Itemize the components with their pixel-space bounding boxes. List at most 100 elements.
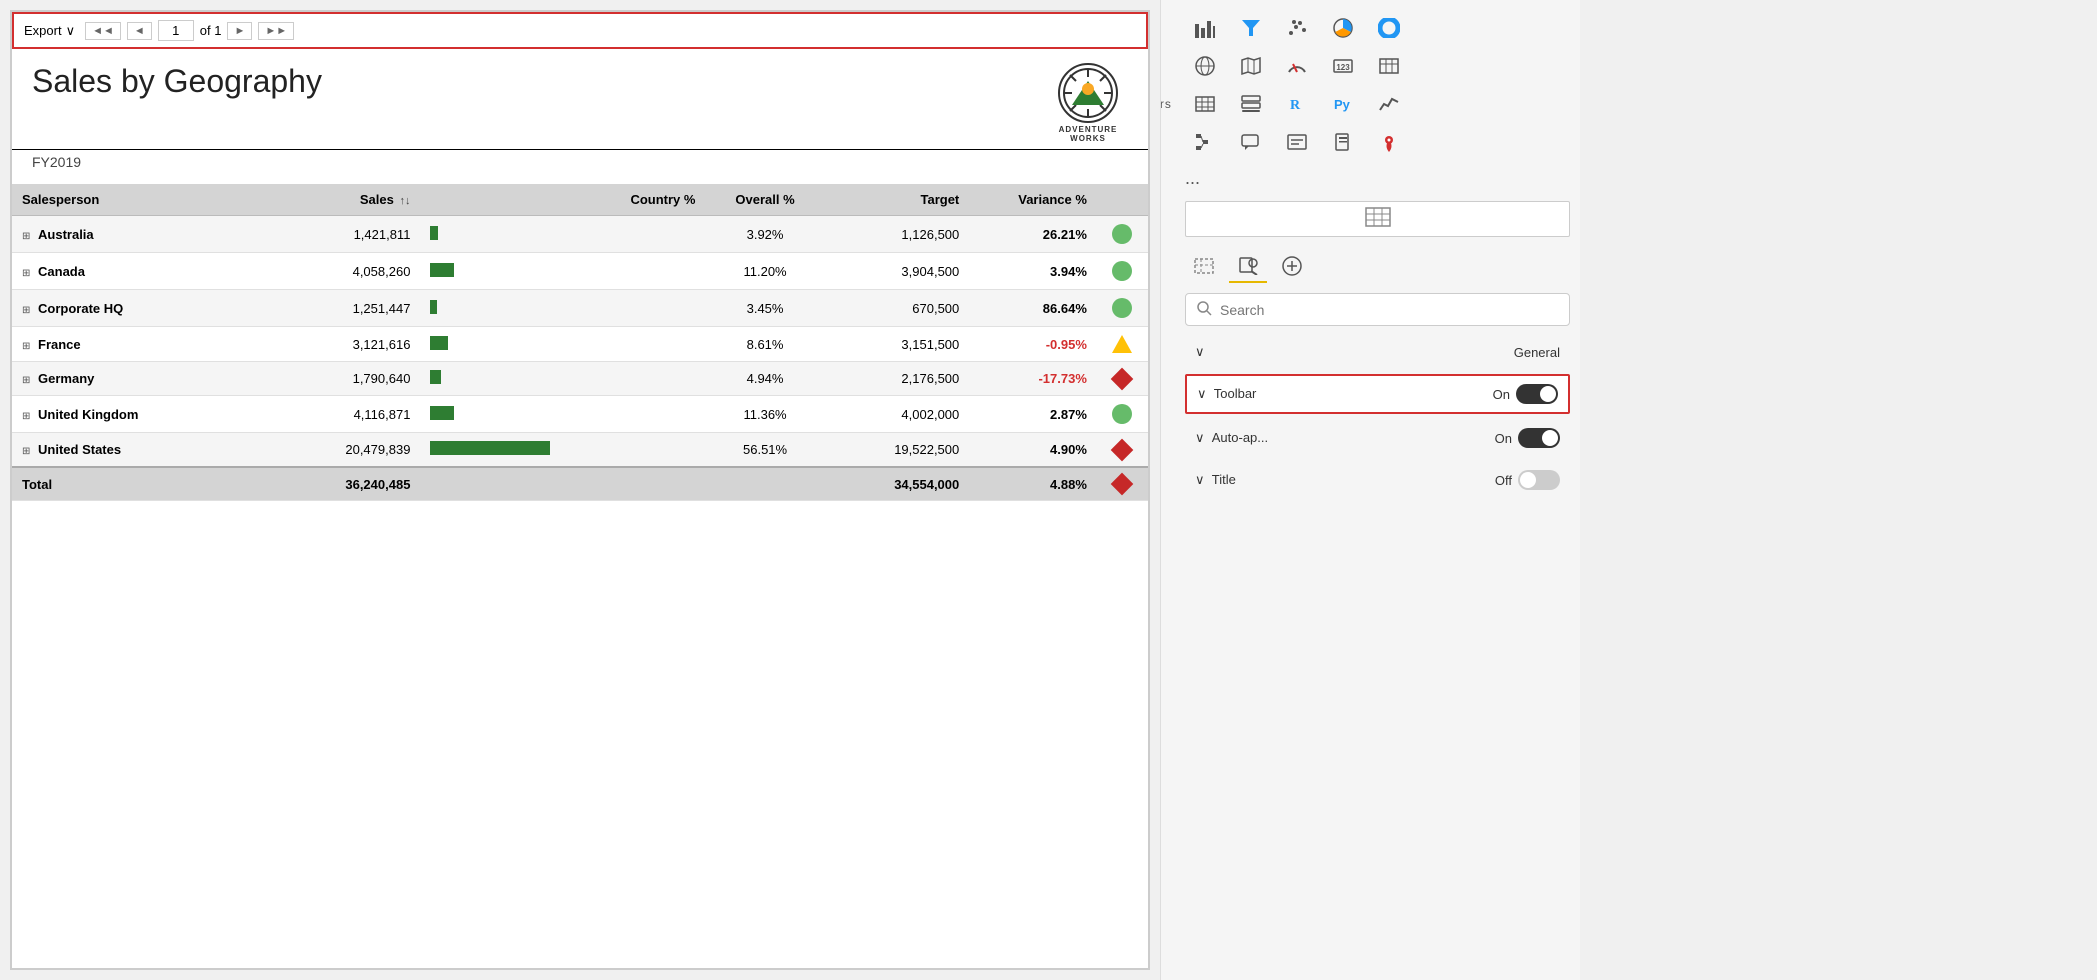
prev-page-button[interactable]: ◄ (127, 22, 152, 40)
export-button[interactable]: Export ∨ (24, 23, 75, 39)
first-page-button[interactable]: ◄◄ (85, 22, 121, 40)
cell-overall-pct: 3.45% (714, 290, 816, 327)
search-input[interactable] (1220, 302, 1559, 318)
report-title: Sales by Geography (32, 63, 322, 100)
svg-text:123: 123 (1336, 63, 1350, 72)
funnel-icon-btn[interactable] (1231, 10, 1271, 46)
format-panel[interactable] (1185, 201, 1570, 237)
expand-icon[interactable]: ⊞ (22, 268, 30, 279)
analytics-tab[interactable] (1273, 249, 1311, 283)
cell-total-bar (420, 467, 611, 501)
decomposition-icon-btn[interactable] (1185, 124, 1225, 160)
right-panel: Filters 123 (1160, 0, 1580, 980)
fields-tab[interactable] (1185, 249, 1223, 283)
col-header-target[interactable]: Target (816, 184, 969, 216)
cell-total-label: Total (12, 467, 242, 501)
col-header-country-pct[interactable]: Country % (612, 184, 714, 216)
cell-variance: 2.87% (969, 396, 1097, 433)
page-number-input[interactable]: 1 (158, 20, 194, 41)
col-header-sales[interactable]: Sales ↑↓ (242, 184, 421, 216)
cell-sales: 3,121,616 (242, 327, 421, 362)
pie-chart-icon-btn[interactable] (1323, 10, 1363, 46)
expand-icon[interactable]: ⊞ (22, 411, 30, 422)
expand-icon[interactable]: ⊞ (22, 375, 30, 386)
donut-icon-btn[interactable] (1369, 10, 1409, 46)
cell-bar (420, 290, 611, 327)
toolbar-row-label: Toolbar (1210, 386, 1256, 401)
python-visual-icon-btn[interactable]: Py (1323, 86, 1363, 122)
cell-total-variance: 4.88% (969, 467, 1097, 501)
auto-ap-chevron-icon: ∨ (1195, 430, 1205, 445)
multi-row-card-icon-btn[interactable] (1231, 86, 1271, 122)
table-row: ⊞ Canada 4,058,260 11.20% 3,904,500 3.94… (12, 253, 1148, 290)
visualization-icons-grid: 123 R Py (1161, 0, 1580, 166)
page-total-label: of 1 (200, 23, 222, 38)
expand-icon[interactable]: ⊞ (22, 231, 30, 242)
search-box[interactable] (1185, 293, 1570, 326)
report-subtitle: FY2019 (12, 150, 1148, 174)
toolbar-section: ∨ Toolbar On (1185, 374, 1570, 414)
cell-variance: 26.21% (969, 216, 1097, 253)
cell-target: 670,500 (816, 290, 969, 327)
table-row: ⊞ United Kingdom 4,116,871 11.36% 4,002,… (12, 396, 1148, 433)
auto-ap-label: Auto-ap... (1208, 430, 1268, 445)
general-row[interactable]: ∨ General (1185, 336, 1570, 368)
paginated-report-icon-btn[interactable] (1323, 124, 1363, 160)
expand-icon[interactable]: ⊞ (22, 305, 30, 316)
company-logo: ADVENTUREWORKS (1048, 63, 1128, 143)
toolbar-row[interactable]: ∨ Toolbar On (1185, 374, 1570, 414)
auto-ap-row[interactable]: ∨ Auto-ap... On (1185, 420, 1570, 456)
cell-variance: 4.90% (969, 433, 1097, 468)
qa-icon-btn[interactable] (1231, 124, 1271, 160)
matrix-icon-btn[interactable] (1185, 86, 1225, 122)
map-icon-btn[interactable] (1231, 48, 1271, 84)
title-toggle[interactable] (1518, 470, 1560, 490)
cell-salesperson: ⊞ United States (12, 433, 242, 468)
viz-subtoolbar (1161, 243, 1580, 287)
cell-sales: 20,479,839 (242, 433, 421, 468)
cell-bar (420, 362, 611, 396)
last-page-button[interactable]: ►► (258, 22, 294, 40)
scatter-icon-btn[interactable] (1277, 10, 1317, 46)
col-header-variance[interactable]: Variance % (969, 184, 1097, 216)
line-chart-icon-btn[interactable] (1369, 86, 1409, 122)
cell-salesperson: ⊞ Canada (12, 253, 242, 290)
globe-icon-btn[interactable] (1185, 48, 1225, 84)
smart-narrative-icon-btn[interactable] (1277, 124, 1317, 160)
col-header-overall-pct[interactable]: Overall % (714, 184, 816, 216)
table-row: ⊞ Corporate HQ 1,251,447 3.45% 670,500 8… (12, 290, 1148, 327)
toolbar-toggle-label: On (1493, 387, 1510, 402)
gauge-icon-btn[interactable] (1277, 48, 1317, 84)
title-toggle-thumb (1520, 472, 1536, 488)
adventure-works-logo-svg (1062, 67, 1114, 119)
map-marker-icon-btn[interactable] (1369, 124, 1409, 160)
toolbar-row-left: ∨ Toolbar (1197, 386, 1256, 402)
more-icons-dots[interactable]: ... (1161, 166, 1580, 195)
cell-variance: -0.95% (969, 327, 1097, 362)
format-tab[interactable] (1229, 249, 1267, 283)
search-icon (1196, 300, 1212, 319)
report-panel: Export ∨ ◄◄ ◄ 1 of 1 ► ►► Sales by Geogr… (10, 10, 1150, 970)
table-row: ⊞ United States 20,479,839 56.51% 19,522… (12, 433, 1148, 468)
filters-tab: Filters (1160, 95, 1176, 113)
r-visual-icon-btn[interactable]: R (1277, 86, 1317, 122)
logo-circle (1058, 63, 1118, 123)
bar-chart-icon-btn[interactable] (1185, 10, 1225, 46)
col-header-salesperson[interactable]: Salesperson (12, 184, 242, 216)
auto-ap-toggle-thumb (1542, 430, 1558, 446)
col-header-indicator (1097, 184, 1148, 216)
cell-target: 2,176,500 (816, 362, 969, 396)
auto-ap-toggle[interactable] (1518, 428, 1560, 448)
number-card-icon-btn[interactable]: 123 (1323, 48, 1363, 84)
next-page-button[interactable]: ► (227, 22, 252, 40)
sort-icon: ↑↓ (399, 195, 410, 207)
cell-target: 3,151,500 (816, 327, 969, 362)
cell-variance: 3.94% (969, 253, 1097, 290)
expand-icon[interactable]: ⊞ (22, 446, 30, 457)
cell-overall-pct: 11.20% (714, 253, 816, 290)
expand-icon[interactable]: ⊞ (22, 341, 30, 352)
table-icon-btn[interactable] (1369, 48, 1409, 84)
toolbar-toggle[interactable] (1516, 384, 1558, 404)
title-row[interactable]: ∨ Title Off (1185, 462, 1570, 498)
cell-indicator (1097, 327, 1148, 362)
